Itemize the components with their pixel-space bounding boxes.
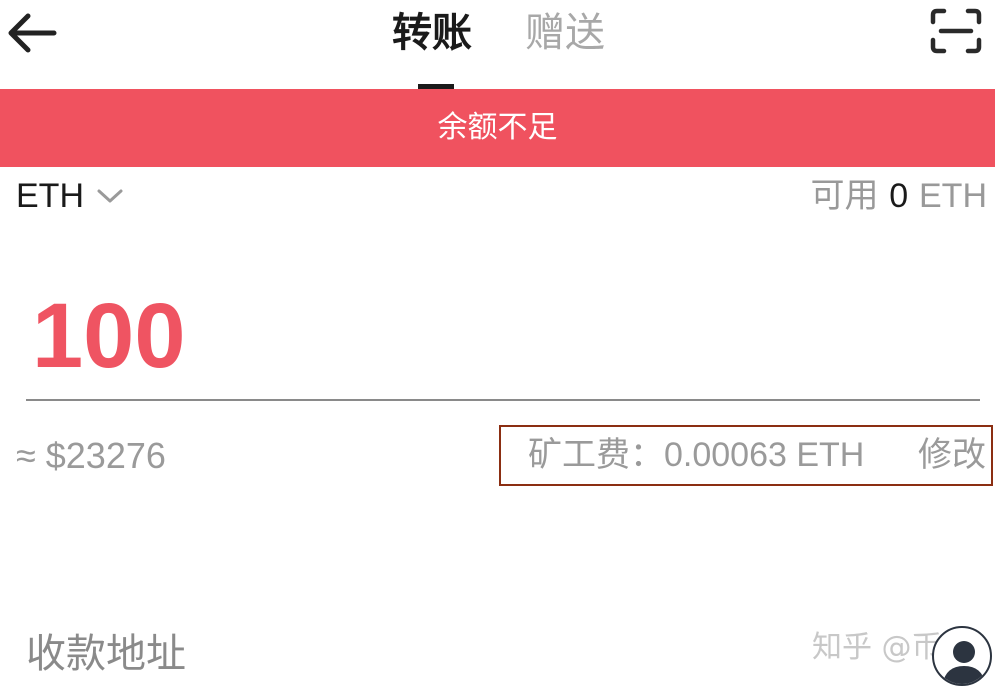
amount-underline <box>26 399 980 401</box>
insufficient-balance-banner: 余额不足 <box>0 89 995 167</box>
arrow-left-icon <box>8 13 57 53</box>
tab-transfer[interactable]: 转账 <box>392 8 472 58</box>
avatar <box>932 626 992 686</box>
miner-fee: 矿工费：0.00063 ETH <box>528 433 864 477</box>
scan-icon <box>930 8 982 54</box>
top-bar: 转账 赠送 <box>0 0 995 89</box>
fee-label: 矿工费： <box>528 435 664 475</box>
edit-fee-button[interactable]: 修改 <box>918 433 986 477</box>
token-selector[interactable]: ETH <box>16 176 124 216</box>
available-value: 0 <box>889 177 909 215</box>
scan-button[interactable] <box>930 8 982 54</box>
receiving-address-label[interactable]: 收款地址 <box>26 630 186 678</box>
back-button[interactable] <box>6 10 58 56</box>
user-silhouette-icon <box>942 641 986 684</box>
available-balance: 可用 0 ETH <box>810 176 987 216</box>
tab-gift[interactable]: 赠送 <box>525 8 605 58</box>
available-label: 可用 <box>810 176 879 216</box>
amount-input[interactable]: 100 <box>32 286 186 386</box>
token-name: ETH <box>16 176 84 215</box>
available-unit: ETH <box>919 177 987 215</box>
chevron-down-icon <box>97 189 123 203</box>
fiat-value: ≈ $23276 <box>16 435 166 476</box>
fee-value: 0.00063 ETH <box>664 436 865 474</box>
